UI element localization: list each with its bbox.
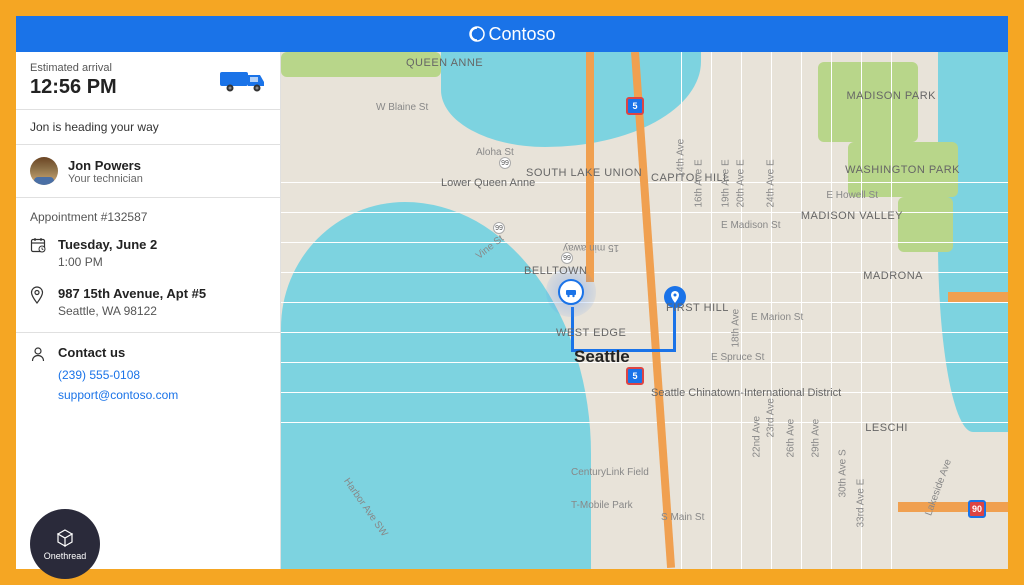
map-park [898, 197, 953, 252]
appointment-number: Appointment #132587 [30, 210, 266, 224]
map-street-label: 15 min away [563, 242, 619, 253]
person-icon [30, 345, 48, 408]
app-header: Contoso [16, 16, 1008, 52]
brand-name: Contoso [488, 24, 555, 45]
map-neighborhood-label: SOUTH LAKE UNION [526, 167, 642, 179]
map-street-label: E Marion St [751, 312, 803, 323]
map-street-label: Aloha St [476, 147, 514, 158]
avatar [30, 157, 58, 185]
cube-icon [54, 527, 76, 549]
map-street-label: E Spruce St [711, 352, 764, 363]
appointment-section: Appointment #132587 Tuesday, [16, 198, 280, 333]
address-line2: Seattle, WA 98122 [58, 303, 266, 320]
map-neighborhood-label: BELLTOWN [524, 265, 588, 277]
map-street-label: 33rd Ave E [856, 479, 867, 528]
map-street-label: 30th Ave S [838, 449, 849, 497]
contact-email[interactable]: support@contoso.com [58, 388, 266, 402]
map-street-label: 14th Ave [676, 139, 687, 178]
address-line1: 987 15th Avenue, Apt #5 [58, 285, 266, 303]
map-street-label: E Madison St [721, 220, 780, 231]
van-icon [220, 69, 266, 93]
technician-section: Jon Powers Your technician [16, 145, 280, 198]
onethread-badge: Onethread [30, 509, 100, 579]
contoso-logo-icon [468, 25, 486, 43]
contact-title: Contact us [58, 345, 266, 360]
map-street-label: 23rd Ave [766, 398, 777, 437]
map-highway [898, 502, 1008, 512]
map-neighborhood-label: MADISON VALLEY [801, 210, 903, 222]
map-street-label: 26th Ave [786, 419, 797, 458]
appointment-time: 1:00 PM [58, 254, 266, 271]
eta-section: Estimated arrival 12:56 PM [16, 52, 280, 110]
badge-text: Onethread [44, 551, 87, 561]
brand-logo: Contoso [468, 24, 555, 45]
location-pin-icon [30, 285, 48, 320]
map-street-label: 20th Ave E [736, 159, 747, 207]
map-street-label: E Howell St [826, 190, 878, 201]
technician-role: Your technician [68, 173, 143, 185]
highway-shield-icon: 5 [626, 97, 644, 115]
sidebar: Estimated arrival 12:56 PM Jon is he [16, 52, 281, 569]
map-neighborhood-label: LESCHI [865, 422, 908, 434]
calendar-icon [30, 236, 48, 271]
eta-time: 12:56 PM [30, 76, 220, 99]
map-street-label: 29th Ave [811, 419, 822, 458]
highway-shield-icon: 90 [968, 500, 986, 518]
route-marker-icon: 99 [499, 157, 511, 169]
map-street-label: 22nd Ave [752, 416, 763, 458]
map-neighborhood-label: WEST EDGE [556, 327, 626, 339]
map-street-label: S Main St [661, 512, 704, 523]
map-neighborhood-label: QUEEN ANNE [406, 57, 483, 69]
appointment-date: Tuesday, June 2 [58, 236, 266, 254]
status-text: Jon is heading your way [16, 110, 280, 145]
map-highway [948, 292, 1008, 302]
map-neighborhood-label: MADRONA [863, 270, 923, 282]
map-street-label: W Blaine St [376, 102, 428, 113]
route-marker-icon: 99 [561, 252, 573, 264]
map-poi-label: T-Mobile Park [571, 500, 633, 511]
map-neighborhood-label: WASHINGTON PARK [845, 164, 960, 176]
map-neighborhood-label: FIRST HILL [666, 302, 729, 314]
map-street-label: 18th Ave [731, 309, 742, 348]
map-street-label: 19th Ave E [721, 159, 732, 207]
map-neighborhood-label: Lower Queen Anne [441, 177, 535, 189]
map-view[interactable]: 5 5 90 99 99 99 [281, 52, 1008, 569]
map-poi-label: CenturyLink Field [571, 467, 649, 478]
map-city-label: Seattle [574, 347, 630, 367]
technician-name: Jon Powers [68, 158, 143, 173]
contact-phone[interactable]: (239) 555-0108 [58, 368, 266, 382]
map-water [281, 202, 591, 569]
map-street-label: 24th Ave E [766, 159, 777, 207]
map-street-label: 16th Ave E [694, 159, 705, 207]
map-neighborhood-label: Seattle Chinatown-International District [651, 387, 761, 399]
map-park [818, 62, 918, 142]
map-neighborhood-label: MADISON PARK [846, 90, 936, 102]
eta-label: Estimated arrival [30, 62, 220, 74]
contact-section: Contact us (239) 555-0108 support@contos… [16, 333, 280, 420]
map-neighborhood-label: CAPITOL HILL [651, 172, 730, 184]
highway-shield-icon: 5 [626, 367, 644, 385]
